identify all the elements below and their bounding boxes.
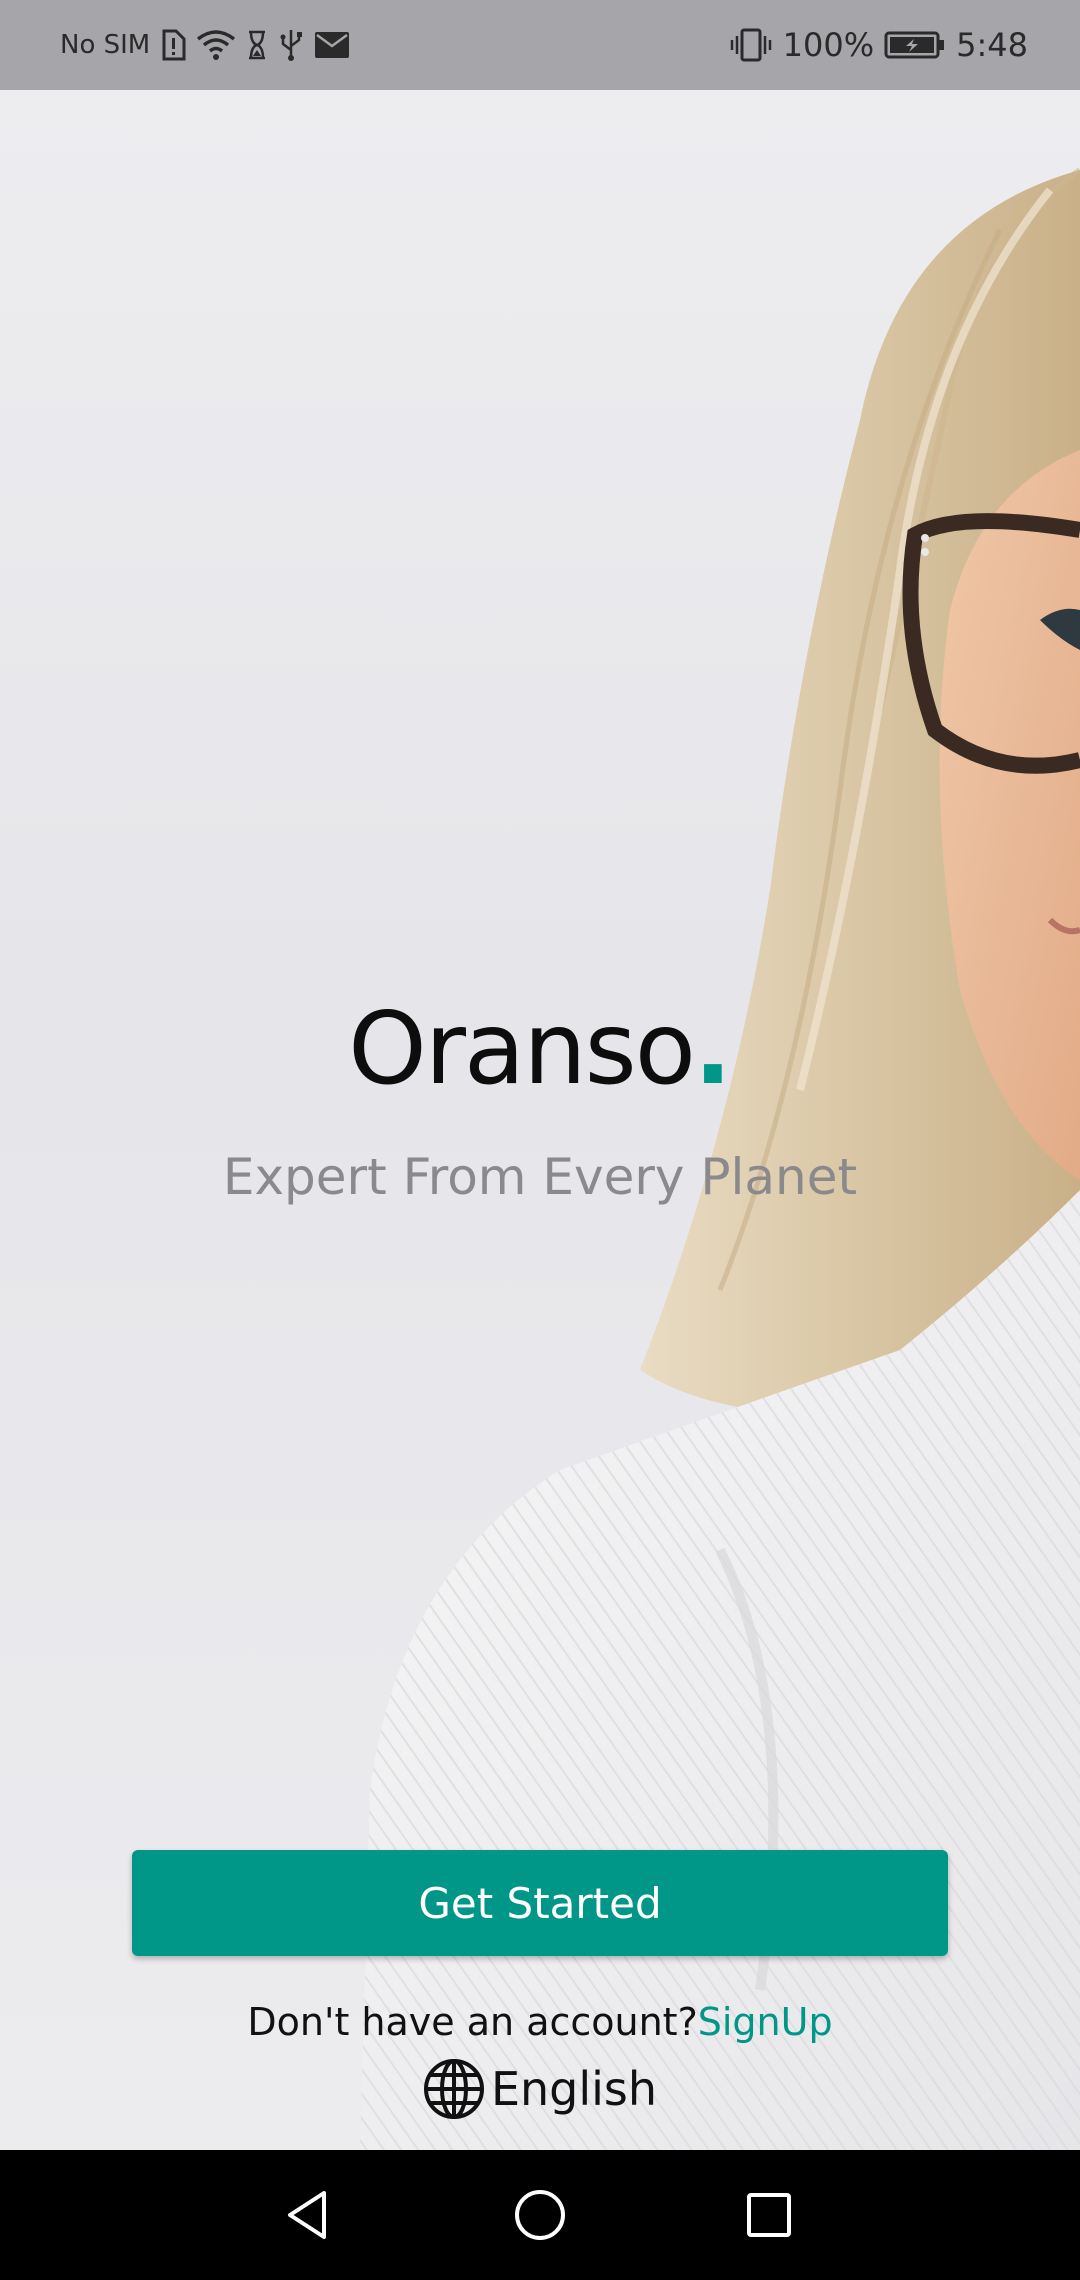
status-left: No SIM — [60, 0, 350, 90]
language-label: English — [490, 2062, 658, 2116]
recents-icon — [741, 2187, 797, 2243]
hero-photo — [360, 167, 1080, 2150]
tagline: Expert From Every Planet — [222, 1148, 858, 1206]
navigation-bar — [0, 2150, 1080, 2280]
clock: 5:48 — [956, 26, 1028, 64]
recents-button[interactable] — [734, 2180, 804, 2250]
hourglass-icon — [246, 30, 268, 60]
no-account-text: Don't have an account? — [247, 2000, 698, 2044]
battery-charging-icon — [884, 30, 946, 60]
usb-icon — [278, 28, 304, 62]
mail-icon — [314, 31, 350, 59]
status-bar: No SIM 100% 5:48 — [0, 0, 1080, 90]
welcome-screen: No SIM 100% 5:48 Oranso. Expert From Eve… — [0, 0, 1080, 2280]
home-icon — [512, 2187, 568, 2243]
back-icon — [280, 2187, 336, 2243]
home-button[interactable] — [505, 2180, 575, 2250]
wifi-icon — [196, 29, 236, 61]
carrier-label: No SIM — [60, 30, 151, 60]
vibrate-icon — [729, 28, 773, 62]
signup-link[interactable]: SignUp — [698, 2000, 833, 2044]
brand-name: Oranso — [348, 990, 696, 1107]
battery-percent: 100% — [782, 26, 875, 64]
globe-icon — [423, 2058, 485, 2120]
brand-logo: Oranso. — [0, 990, 1080, 1107]
brand-dot: . — [693, 990, 732, 1107]
back-button[interactable] — [273, 2180, 343, 2250]
get-started-button[interactable]: Get Started — [132, 1850, 948, 1956]
status-right: 100% 5:48 — [729, 0, 1028, 90]
signup-prompt: Don't have an account?SignUp — [0, 2000, 1080, 2044]
language-selector[interactable]: English — [0, 2058, 1080, 2120]
sim-alert-icon — [160, 29, 186, 61]
hero-background — [0, 90, 1080, 2150]
